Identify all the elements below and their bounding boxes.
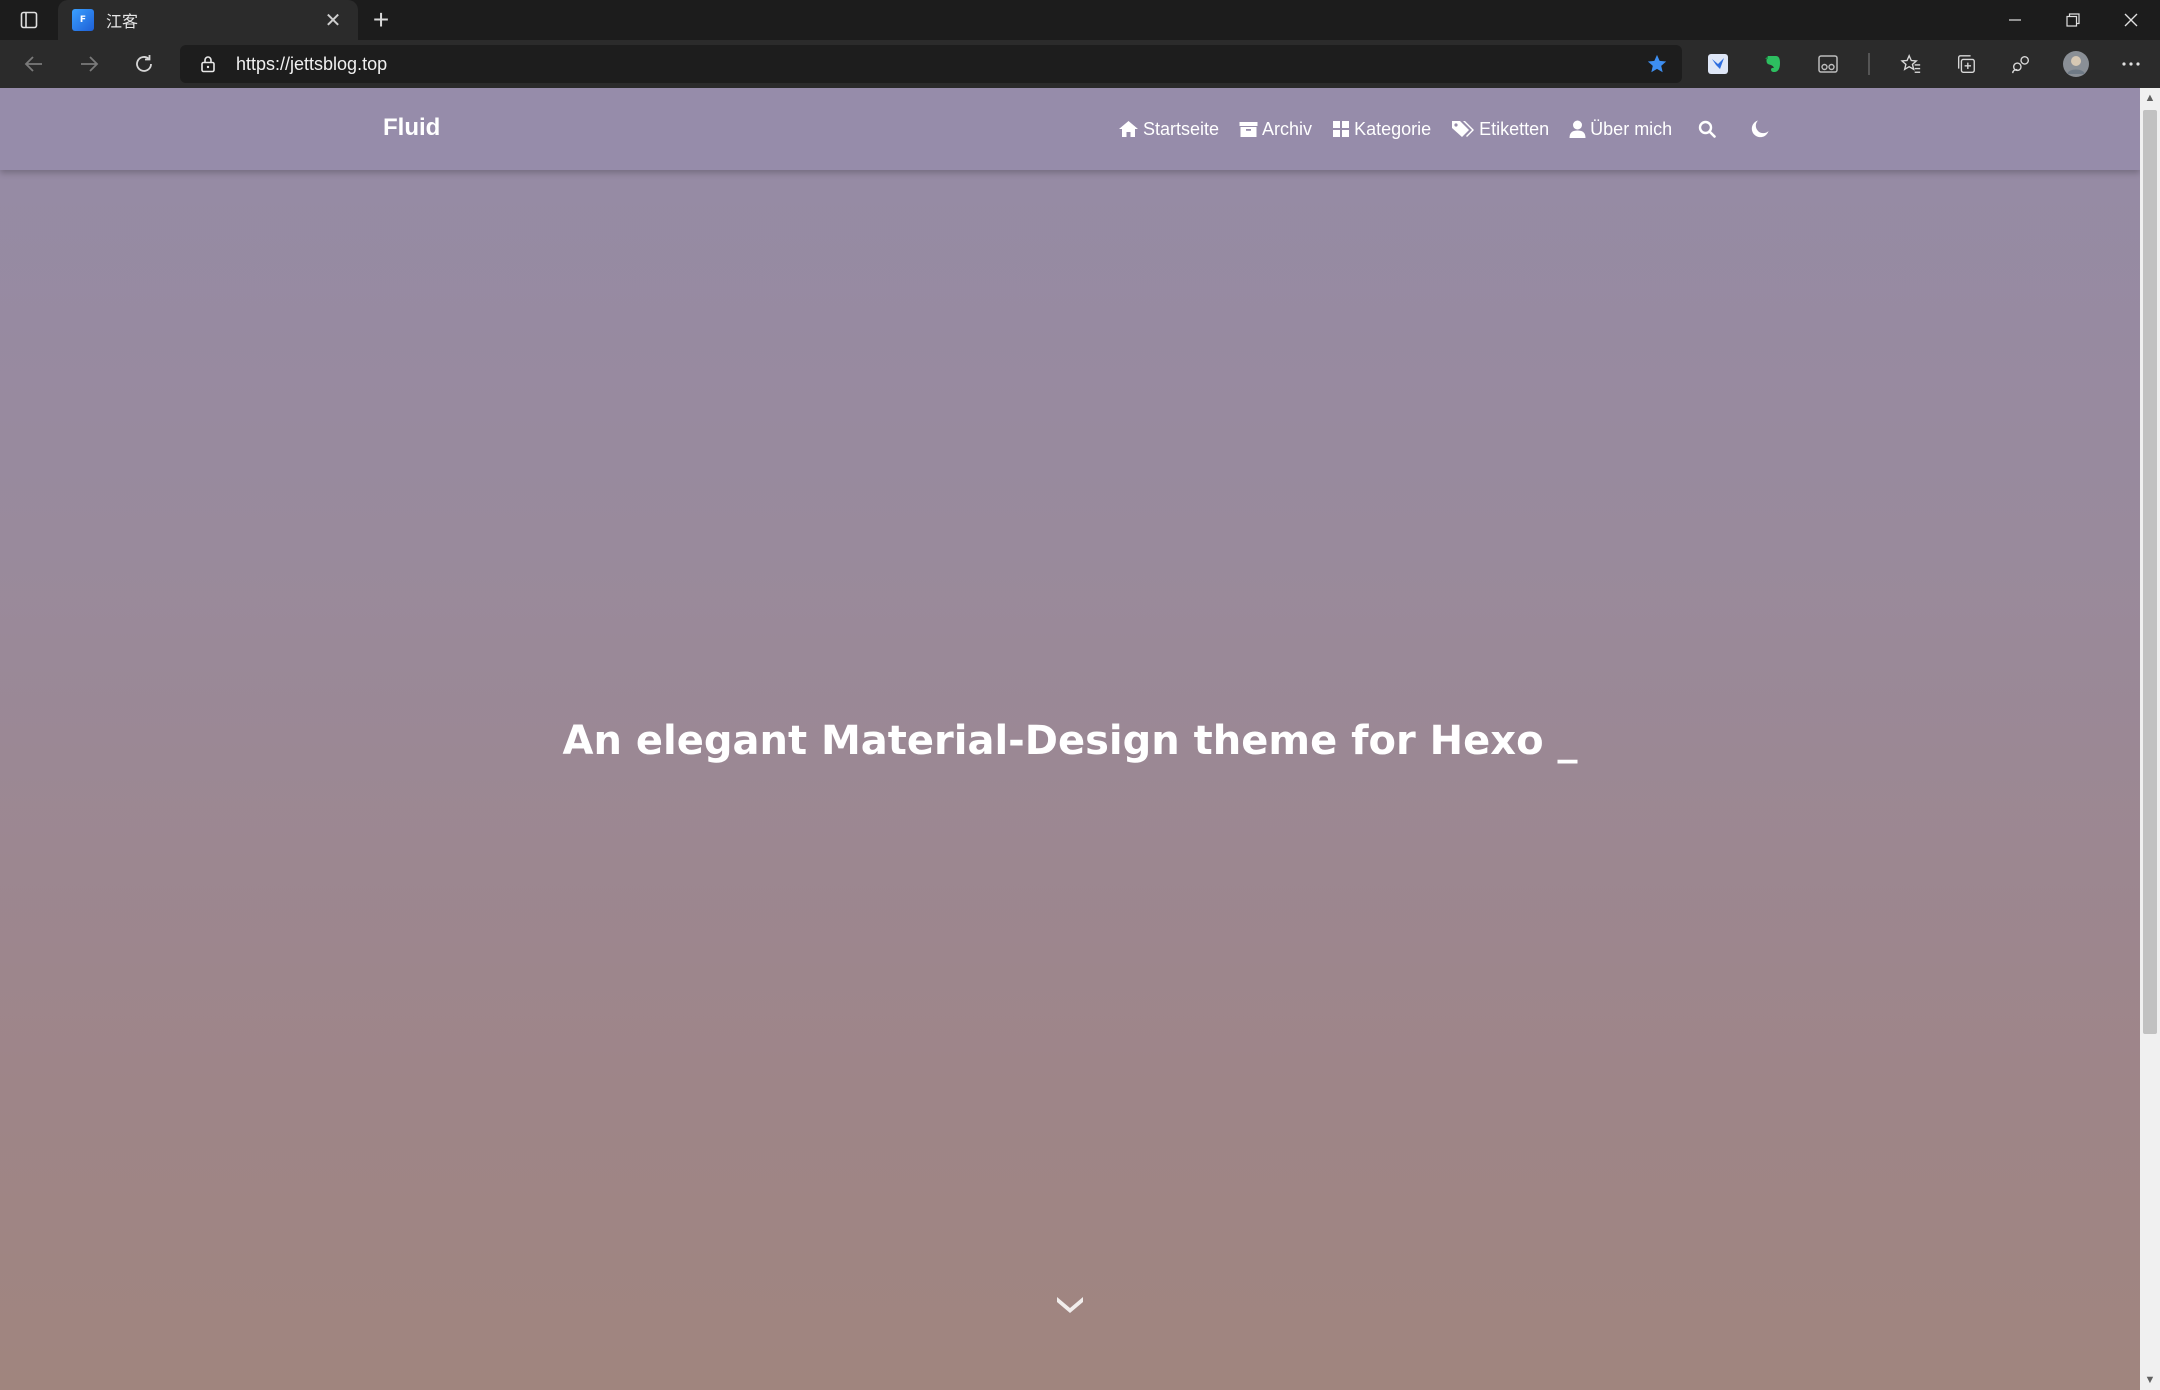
user-icon: [1569, 120, 1586, 138]
favorites-icon[interactable]: [1883, 40, 1938, 88]
refresh-icon: [135, 55, 152, 72]
more-menu-icon[interactable]: [2103, 40, 2158, 88]
chevron-down-icon: [1057, 1297, 1083, 1313]
browser-tab-active[interactable]: F 江客 ✕: [58, 0, 358, 40]
dark-mode-toggle[interactable]: [1750, 119, 1770, 139]
evernote-icon[interactable]: [1745, 40, 1800, 88]
reader-view-icon[interactable]: [1800, 40, 1855, 88]
refresh-button[interactable]: [116, 40, 171, 88]
nav-item-kategorie[interactable]: Kategorie: [1332, 119, 1431, 140]
nav-label: Startseite: [1143, 118, 1220, 139]
toolbar-divider: [1868, 53, 1870, 75]
scrollbar-thumb[interactable]: [2143, 110, 2157, 1034]
nav-label: Über mich: [1590, 118, 1673, 139]
forward-arrow-icon: [80, 56, 98, 72]
profile-avatar[interactable]: [2048, 40, 2103, 88]
lock-icon[interactable]: [180, 55, 236, 73]
address-bar[interactable]: https://jettsblog.top: [180, 45, 1682, 83]
home-icon: [1119, 121, 1138, 137]
back-button[interactable]: [6, 40, 61, 88]
category-icon: [1333, 121, 1350, 137]
nav-label: Etiketten: [1479, 118, 1550, 139]
nav-item-etiketten[interactable]: Etiketten: [1451, 119, 1549, 140]
tab-actions-icon: [20, 11, 38, 29]
site-navbar: Fluid Startseite Archiv Kategorie Etiket…: [0, 88, 2140, 170]
share-sync-icon[interactable]: [1993, 40, 2048, 88]
search-icon: [1699, 120, 1717, 138]
search-button[interactable]: [1698, 120, 1717, 138]
close-window-button[interactable]: [2102, 0, 2160, 40]
tab-title: 江客: [106, 14, 139, 31]
forward-button[interactable]: [61, 40, 116, 88]
nav-item-startseite[interactable]: Startseite: [1118, 119, 1219, 140]
nav-label: Kategorie: [1354, 118, 1432, 139]
new-tab-button[interactable]: +: [358, 0, 404, 40]
moon-icon: [1752, 120, 1769, 138]
nav-item-archiv[interactable]: Archiv: [1239, 119, 1312, 140]
close-tab-icon[interactable]: ✕: [322, 8, 344, 33]
nav-label: Archiv: [1262, 118, 1313, 139]
favorite-star-icon[interactable]: [1632, 53, 1682, 75]
browser-toolbar: https://jettsblog.top: [0, 40, 2160, 88]
tab-actions-button[interactable]: [0, 0, 58, 40]
browser-tab-strip: F 江客 ✕ +: [0, 0, 2160, 40]
restore-icon: [2066, 13, 2080, 27]
tags-icon: [1452, 121, 1475, 137]
minimize-button[interactable]: [1986, 0, 2044, 40]
nav-item-ueber-mich[interactable]: Über mich: [1569, 119, 1672, 140]
archive-icon: [1239, 121, 1258, 137]
page-scrollbar[interactable]: ▲ ▼: [2140, 88, 2160, 1390]
restore-button[interactable]: [2044, 0, 2102, 40]
scroll-down-button[interactable]: [1052, 1292, 1088, 1316]
web-page: Fluid Startseite Archiv Kategorie Etiket…: [0, 88, 2140, 1390]
close-icon: [2124, 13, 2138, 27]
scroll-up-arrow-icon[interactable]: ▲: [2140, 88, 2160, 108]
site-favicon: F: [72, 9, 94, 31]
collections-icon[interactable]: [1938, 40, 1993, 88]
back-arrow-icon: [24, 56, 42, 72]
minimize-icon: [2009, 19, 2021, 21]
site-menu: Startseite Archiv Kategorie Etiketten Üb…: [1118, 88, 1770, 170]
site-brand[interactable]: Fluid: [383, 114, 440, 142]
url-text[interactable]: https://jettsblog.top: [236, 54, 1632, 75]
hero-title: An elegant Material-Design theme for Hex…: [562, 718, 1578, 764]
extension-bird-icon[interactable]: [1690, 40, 1745, 88]
scroll-down-arrow-icon[interactable]: ▼: [2140, 1370, 2160, 1390]
